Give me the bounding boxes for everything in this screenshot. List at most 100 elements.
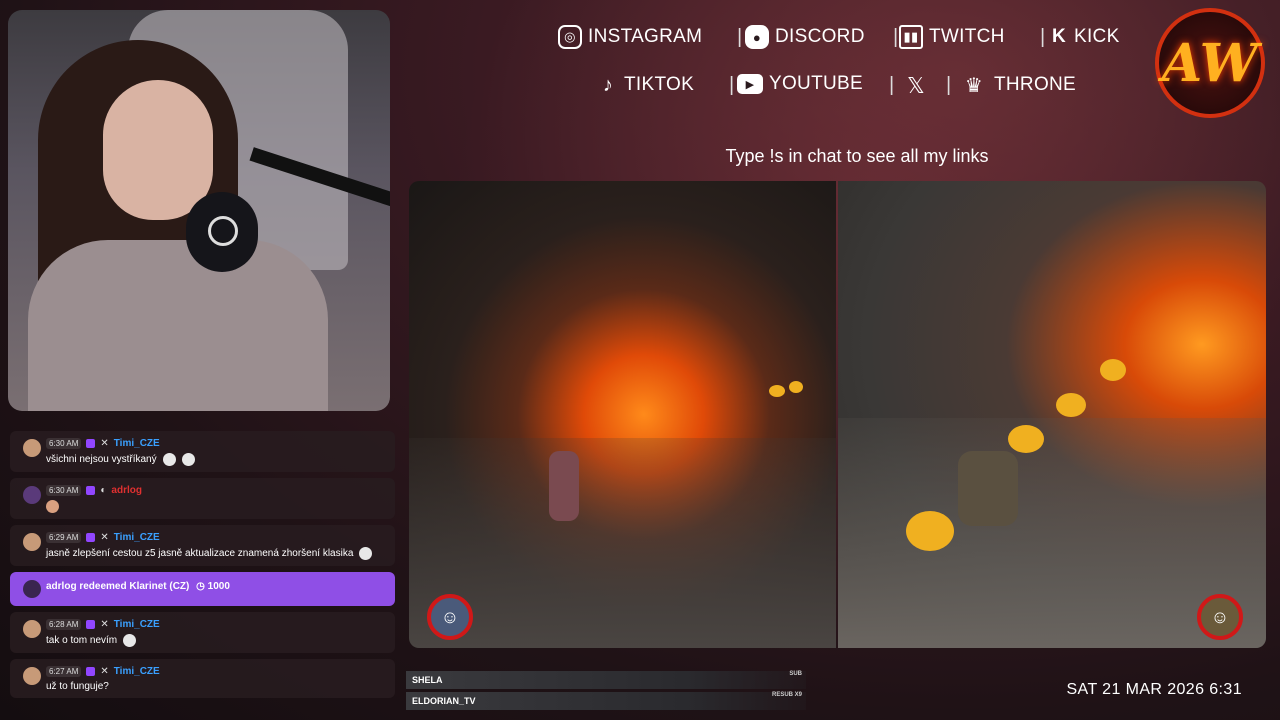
social-instagram[interactable]: ◎ INSTAGRAM <box>558 25 702 49</box>
username[interactable]: adrlog <box>111 485 142 496</box>
kick-icon: K <box>1051 26 1067 47</box>
social-discord[interactable]: ● DISCORD <box>745 25 865 49</box>
streamer-body <box>28 240 328 411</box>
channel-point-redeem: adrlog redeemed Klarinet (CZ) ◷ 1000 <box>10 572 395 606</box>
x-icon: 𝕏 <box>907 73 926 98</box>
twitch-badge-icon <box>86 485 96 495</box>
username[interactable]: Timi_CZE <box>114 438 160 449</box>
divider: | <box>889 74 895 96</box>
twitch-badge-icon <box>86 438 96 448</box>
user-avatar <box>23 620 41 638</box>
gold-blob <box>1100 359 1126 381</box>
redeem-points: 1000 <box>207 581 230 592</box>
chat-message: 6:29 AM ✕ Timi_CZE jasně zlepšení cestou z… <box>10 525 395 566</box>
youtube-icon: ▶ <box>737 74 763 94</box>
divider: | <box>893 26 899 48</box>
twitch-badge-icon <box>86 666 96 676</box>
social-twitch[interactable]: ▮▮ TWITCH <box>899 25 1005 49</box>
event-tag: RESUB X9 <box>771 692 802 698</box>
x-badge-icon: ✕ <box>100 618 109 630</box>
gold-blob <box>1008 425 1044 453</box>
social-x[interactable]: 𝕏 <box>907 73 925 99</box>
chat-message: 6:27 AM ✕ Timi_CZE už to funguje? <box>10 659 395 698</box>
message-text: jasně zlepšení cestou z5 jasně aktualiza… <box>46 548 354 560</box>
ground <box>409 438 836 648</box>
divider: | <box>729 74 735 96</box>
social-label: DISCORD <box>775 26 865 47</box>
player-portrait-icon: ☺ <box>427 594 473 640</box>
event-bar: ELDORIAN_TV RESUB X9 <box>406 692 806 710</box>
username[interactable]: Timi_CZE <box>114 532 160 543</box>
chat-message: 6:28 AM ✕ Timi_CZE tak o tom nevím <box>10 612 395 653</box>
x-badge-icon: ✕ <box>100 531 109 543</box>
gameplay-left: ☺ <box>409 181 836 648</box>
social-tiktok[interactable]: ♪ TIKTOK <box>598 73 694 97</box>
user-avatar <box>23 486 41 504</box>
logo-text: AW <box>1161 32 1259 94</box>
event-name: ELDORIAN_TV <box>412 696 476 706</box>
event-list: SHELA SUB ELDORIAN_TV RESUB X9 <box>406 671 806 713</box>
twitch-badge-icon <box>86 619 96 629</box>
webcam-feed <box>8 10 390 411</box>
event-tag: SUB <box>789 671 802 677</box>
social-label: YOUTUBE <box>769 73 863 94</box>
gameplay-right: ☺ <box>838 181 1266 648</box>
player-portrait-icon: ☺ <box>1197 594 1243 640</box>
chat-message: 6:30 AM ✕ Timi_CZE všichni nejsou vystříka… <box>10 431 395 472</box>
tiktok-icon: ♪ <box>602 73 614 96</box>
player-character <box>549 451 579 521</box>
links-hint: Type !s in chat to see all my links <box>725 146 989 166</box>
social-kick[interactable]: K KICK <box>1050 25 1120 49</box>
twitch-badge-icon <box>86 532 96 542</box>
timestamp: 6:30 AM <box>46 437 82 449</box>
x-badge-icon: ✕ <box>100 665 109 677</box>
grin-emote-icon <box>359 547 373 560</box>
timestamp: 6:27 AM <box>46 665 82 677</box>
channel-logo: AW <box>1155 8 1265 118</box>
x-badge-icon: ✕ <box>100 437 109 449</box>
message-text: už to funguje? <box>46 681 109 692</box>
user-avatar <box>23 439 41 457</box>
event-name: SHELA <box>412 675 443 685</box>
channel-points-icon: ◷ <box>196 581 205 592</box>
microphone-ring <box>208 216 238 246</box>
date-time: SAT 21 MAR 2026 6:31 <box>1066 681 1242 698</box>
user-avatar <box>23 580 41 598</box>
message-text: všichni nejsou vystříkaný <box>46 454 157 466</box>
divider: | <box>946 74 952 96</box>
skull-emote-icon <box>162 453 176 466</box>
social-label: INSTAGRAM <box>588 26 703 47</box>
divider: | <box>1040 26 1046 48</box>
gold-coin <box>789 381 803 393</box>
redeem-text: adrlog redeemed Klarinet (CZ) <box>46 581 190 592</box>
username[interactable]: Timi_CZE <box>114 666 160 677</box>
player-character <box>958 451 1018 526</box>
twitch-icon: ▮▮ <box>899 25 923 49</box>
chat-message: 6:30 AM ◐ adrlog <box>10 478 395 519</box>
throne-icon: ♛ <box>964 74 984 97</box>
social-label: KICK <box>1074 26 1120 47</box>
discord-icon: ● <box>745 25 769 49</box>
grin-emote-icon <box>181 453 195 466</box>
chat-panel: 6:30 AM ✕ Timi_CZE všichni nejsou vystříka… <box>10 431 395 704</box>
social-label: THRONE <box>994 74 1077 95</box>
social-youtube[interactable]: ▶ YOUTUBE <box>737 73 863 95</box>
social-label: TWITCH <box>929 26 1005 47</box>
gold-blob <box>906 511 954 551</box>
message-text: tak o tom nevím <box>46 635 118 647</box>
gold-coin <box>769 385 785 397</box>
x-badge-icon: ◐ <box>100 484 107 496</box>
event-bar: SHELA SUB <box>406 671 806 689</box>
face-emote-icon <box>46 500 59 513</box>
divider: | <box>737 26 743 48</box>
gold-blob <box>1056 393 1086 417</box>
timestamp: 6:28 AM <box>46 618 82 630</box>
social-label: TIKTOK <box>624 74 695 95</box>
timestamp: 6:29 AM <box>46 531 82 543</box>
username[interactable]: Timi_CZE <box>114 619 160 630</box>
social-throne[interactable]: ♛ THRONE <box>960 73 1076 97</box>
user-avatar <box>23 533 41 551</box>
user-avatar <box>23 667 41 685</box>
skull-emote-icon <box>123 634 137 647</box>
instagram-icon: ◎ <box>558 25 582 49</box>
